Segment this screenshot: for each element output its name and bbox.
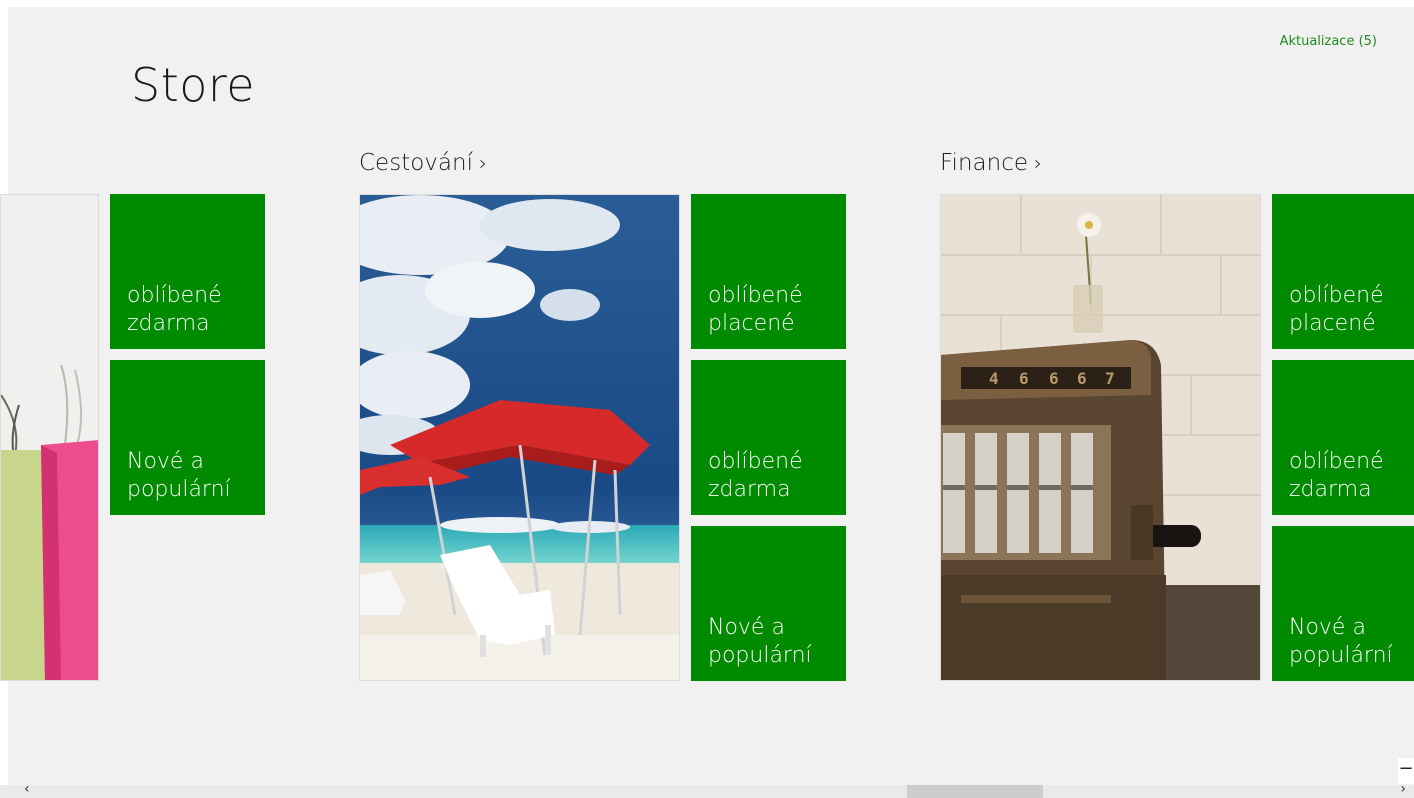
horizontal-scrollbar[interactable]: ‹ › — [0, 781, 1414, 798]
group-heading-finance[interactable]: Finance › — [940, 150, 1042, 176]
cash-register-image: 4 6 6 6 7 — [941, 195, 1260, 680]
tile-label: oblíbené zdarma — [1289, 448, 1384, 503]
scroll-right-icon[interactable]: › — [1400, 781, 1406, 797]
group-heading-label: Cestování — [359, 150, 473, 176]
tile-label: oblíbené placené — [708, 282, 803, 337]
finance-tile-paid[interactable]: oblíbené placené — [1272, 194, 1414, 349]
shopping-tile-free[interactable]: oblíbené zdarma — [110, 194, 265, 349]
travel-tile-free[interactable]: oblíbené zdarma — [691, 360, 846, 515]
group-heading-travel[interactable]: Cestování › — [359, 150, 487, 176]
svg-text:6: 6 — [1019, 369, 1029, 388]
finance-tile-free[interactable]: oblíbené zdarma — [1272, 360, 1414, 515]
group-heading-label: Finance — [940, 150, 1028, 176]
travel-hero-image[interactable] — [359, 194, 680, 681]
tile-label: oblíbené placené — [1289, 282, 1384, 337]
tile-label: oblíbené zdarma — [708, 448, 803, 503]
shopping-bags-image — [1, 195, 98, 680]
tile-label: Nové a populární — [1289, 614, 1393, 669]
chevron-right-icon: › — [1034, 151, 1042, 175]
finance-hero-image[interactable]: 4 6 6 6 7 — [940, 194, 1261, 681]
finance-tile-new[interactable]: Nové a populární — [1272, 526, 1414, 681]
svg-text:6: 6 — [1049, 369, 1059, 388]
chevron-right-icon: › — [478, 151, 487, 175]
scroll-left-icon[interactable]: ‹ — [24, 781, 30, 797]
beach-umbrellas-image — [360, 195, 679, 680]
updates-link[interactable]: Aktualizace (5) — [1280, 34, 1377, 49]
shopping-hero-image[interactable] — [0, 194, 99, 681]
svg-text:6: 6 — [1077, 369, 1087, 388]
svg-text:4: 4 — [989, 369, 999, 388]
shopping-tile-new[interactable]: Nové a populární — [110, 360, 265, 515]
store-start-page: Store Aktualizace (5) oblíbené zdarma No… — [0, 0, 1414, 798]
tile-label: Nové a populární — [127, 448, 231, 503]
tile-label: Nové a populární — [708, 614, 812, 669]
travel-tile-paid[interactable]: oblíbené placené — [691, 194, 846, 349]
top-border — [0, 0, 1414, 7]
scroll-thumb[interactable] — [907, 785, 1043, 798]
tile-label: oblíbené zdarma — [127, 282, 222, 337]
svg-text:7: 7 — [1105, 369, 1115, 388]
travel-tile-new[interactable]: Nové a populární — [691, 526, 846, 681]
page-title: Store — [131, 58, 256, 112]
